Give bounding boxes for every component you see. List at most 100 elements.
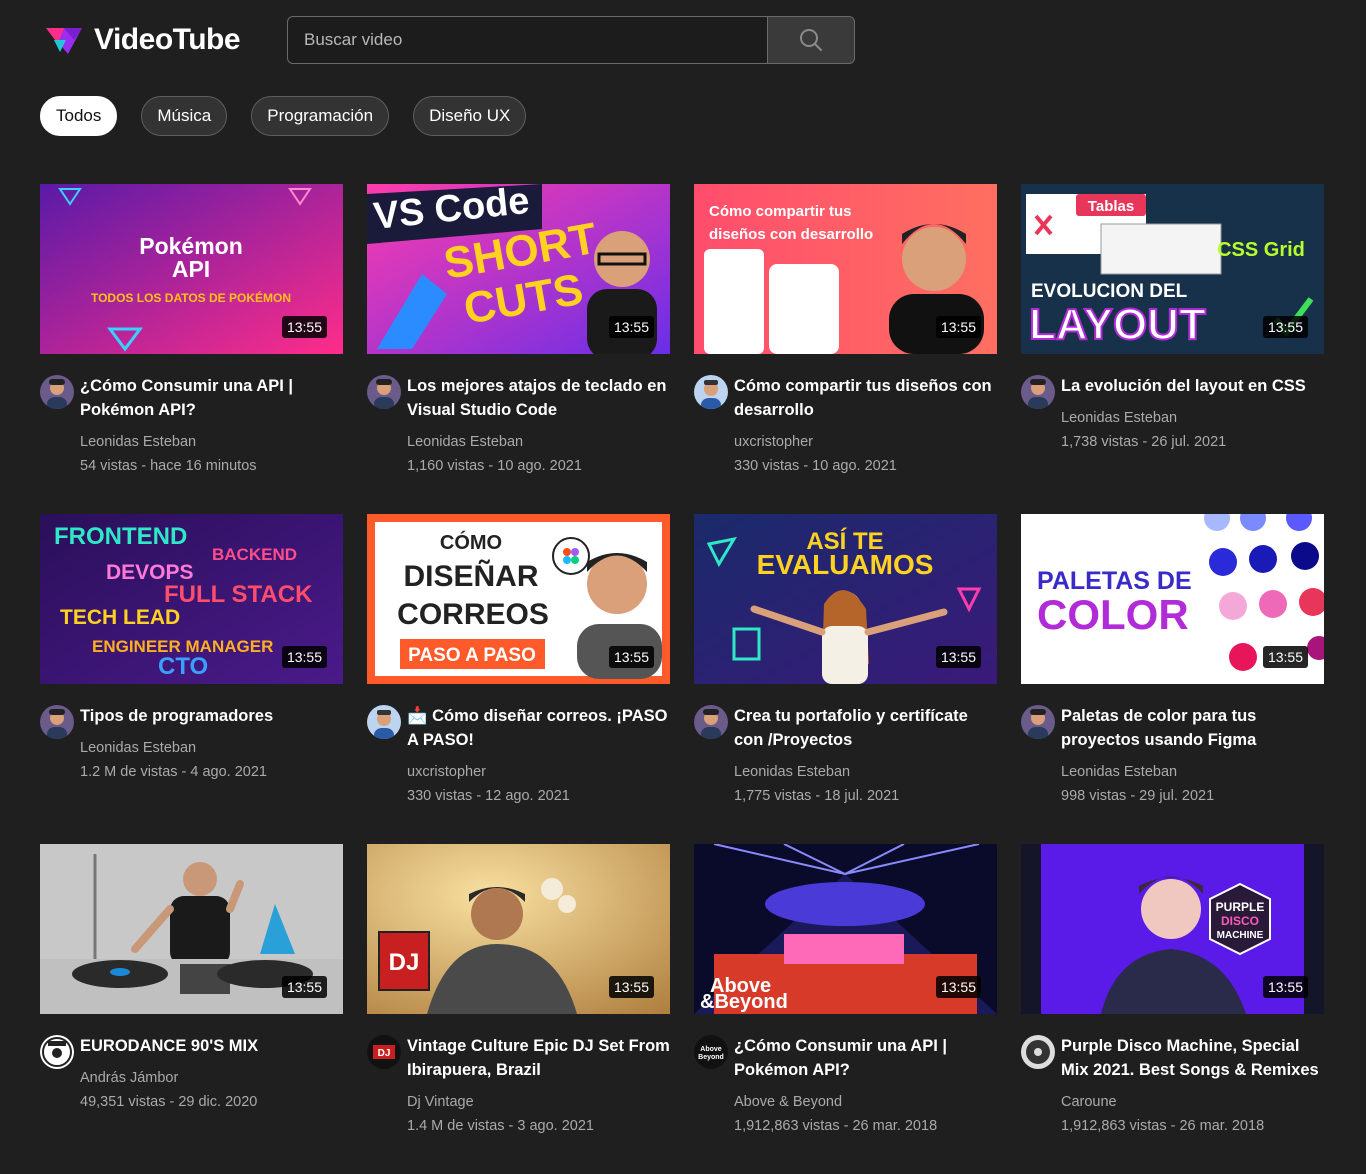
channel-avatar[interactable]: [40, 375, 74, 409]
video-title[interactable]: Purple Disco Machine, Special Mix 2021. …: [1061, 1034, 1324, 1082]
thumb-text: DISEÑAR: [403, 559, 538, 593]
app-name: VideoTube: [94, 23, 241, 56]
video-duration: 13:55: [281, 976, 327, 998]
video-thumbnail[interactable]: 13:55: [40, 844, 343, 1014]
thumb-text: PURPLE: [1216, 900, 1265, 914]
video-card[interactable]: Pokémon API TODOS LOS DATOS DE POKÉMON 1…: [40, 184, 343, 514]
search-input[interactable]: [287, 16, 767, 64]
channel-avatar[interactable]: [694, 375, 728, 409]
search-bar: [287, 16, 855, 64]
channel-avatar[interactable]: Above Beyond: [694, 1035, 728, 1069]
thumb-text: MACHINE: [1217, 930, 1264, 941]
channel-avatar[interactable]: [1021, 705, 1055, 739]
channel-avatar[interactable]: [1021, 375, 1055, 409]
video-stats: 1,775 vistas - 18 jul. 2021: [734, 788, 900, 804]
channel-name[interactable]: Leonidas Esteban: [407, 430, 670, 454]
video-duration: 13:55: [935, 976, 981, 998]
video-duration: 13:55: [1262, 646, 1308, 668]
channel-name[interactable]: uxcristopher: [734, 430, 997, 454]
search-button[interactable]: [767, 16, 855, 64]
chip-musica[interactable]: Música: [141, 96, 228, 136]
video-thumbnail[interactable]: Cómo compartir tus diseños con desarroll…: [694, 184, 997, 354]
video-thumbnail[interactable]: ASÍ TE EVALUAMOS 13:55: [694, 514, 997, 684]
video-card[interactable]: PALETAS DE COLOR 13:55 Paletas de color …: [1021, 514, 1324, 844]
channel-name[interactable]: Caroune: [1061, 1090, 1324, 1114]
channel-name[interactable]: uxcristopher: [407, 760, 670, 784]
video-title[interactable]: Crea tu portafolio y certifícate con /Pr…: [734, 704, 997, 752]
thumb-text: EVOLUCION DEL: [1031, 281, 1188, 302]
video-thumbnail[interactable]: PURPLE DISCO MACHINE 13:55: [1021, 844, 1324, 1014]
video-thumbnail[interactable]: CÓMO DISEÑAR CORREOS PASO A PASO 13:55: [367, 514, 670, 684]
video-duration: 13:55: [608, 316, 654, 338]
channel-name[interactable]: Leonidas Esteban: [80, 736, 343, 760]
video-card[interactable]: VS Code SHORT CUTS 13:55 Los mejores ata…: [367, 184, 670, 514]
video-title[interactable]: La evolución del layout en CSS: [1061, 374, 1324, 398]
channel-name[interactable]: Leonidas Esteban: [1061, 760, 1324, 784]
svg-text:DJ: DJ: [378, 1048, 391, 1059]
thumb-text: DJ: [389, 949, 420, 976]
video-stats: 1,912,863 vistas - 26 mar. 2018: [1061, 1118, 1265, 1134]
thumb-text: BACKEND: [212, 545, 297, 564]
channel-name[interactable]: András Jámbor: [80, 1066, 343, 1090]
video-card[interactable]: CÓMO DISEÑAR CORREOS PASO A PASO 13:55 📩…: [367, 514, 670, 844]
video-title[interactable]: Los mejores atajos de teclado en Visual …: [407, 374, 670, 422]
video-thumbnail[interactable]: FRONTEND BACKEND DEVOPS FULL STACK TECH …: [40, 514, 343, 684]
video-duration: 13:55: [1262, 976, 1308, 998]
video-grid: Pokémon API TODOS LOS DATOS DE POKÉMON 1…: [40, 184, 1324, 1174]
chip-diseno-ux[interactable]: Diseño UX: [413, 96, 527, 136]
video-title[interactable]: Tipos de programadores: [80, 704, 343, 728]
channel-avatar[interactable]: [1021, 1035, 1055, 1069]
video-card[interactable]: Cómo compartir tus diseños con desarroll…: [694, 184, 997, 514]
video-card[interactable]: FRONTEND BACKEND DEVOPS FULL STACK TECH …: [40, 514, 343, 844]
thumb-text: CÓMO: [440, 530, 502, 554]
video-card[interactable]: ASÍ TE EVALUAMOS 13:55 Crea tu portafoli…: [694, 514, 997, 844]
channel-name[interactable]: Dj Vintage: [407, 1090, 670, 1114]
video-duration: 13:55: [281, 316, 327, 338]
video-card[interactable]: Above &Beyond 13:55 Above Beyond ¿Cómo Co…: [694, 844, 997, 1174]
channel-name[interactable]: Leonidas Esteban: [1061, 406, 1324, 430]
video-duration: 13:55: [281, 646, 327, 668]
video-thumbnail[interactable]: PALETAS DE COLOR 13:55: [1021, 514, 1324, 684]
channel-name[interactable]: Above & Beyond: [734, 1090, 997, 1114]
thumb-text: COLOR: [1037, 591, 1189, 638]
chip-programacion[interactable]: Programación: [251, 96, 390, 136]
channel-avatar[interactable]: DJ: [367, 1035, 401, 1069]
video-stats: 330 vistas - 10 ago. 2021: [734, 458, 897, 474]
video-stats: 49,351 vistas - 29 dic. 2020: [80, 1094, 258, 1110]
channel-avatar[interactable]: [40, 1035, 74, 1069]
video-title[interactable]: EURODANCE 90'S MIX: [80, 1034, 343, 1058]
video-thumbnail[interactable]: VS Code SHORT CUTS 13:55: [367, 184, 670, 354]
channel-name[interactable]: Leonidas Esteban: [80, 430, 343, 454]
channel-avatar[interactable]: [367, 375, 401, 409]
logo[interactable]: VideoTube: [44, 20, 241, 60]
video-card[interactable]: 13:55 EURODANCE 90'S MIX András Jámbor 4…: [40, 844, 343, 1174]
video-title[interactable]: Cómo compartir tus diseños con desarroll…: [734, 374, 997, 422]
video-duration: 13:55: [1262, 316, 1308, 338]
video-title[interactable]: ¿Cómo Consumir una API | Pokémon API?: [734, 1034, 997, 1082]
thumb-text: EVALUAMOS: [757, 549, 934, 580]
video-title[interactable]: 📩 Cómo diseñar correos. ¡PASO A PASO!: [407, 704, 670, 752]
video-thumbnail[interactable]: Pokémon API TODOS LOS DATOS DE POKÉMON 1…: [40, 184, 343, 354]
video-stats: 1.4 M de vistas - 3 ago. 2021: [407, 1118, 594, 1134]
video-thumbnail[interactable]: DJ 13:55: [367, 844, 670, 1014]
thumb-text: TECH LEAD: [60, 606, 180, 629]
channel-avatar[interactable]: [694, 705, 728, 739]
video-duration: 13:55: [608, 976, 654, 998]
video-card[interactable]: Tablas CSS Grid EVOLUCION DEL LAYOUT 13:…: [1021, 184, 1324, 514]
video-card[interactable]: PURPLE DISCO MACHINE 13:55 Purple Disco …: [1021, 844, 1324, 1174]
thumb-text: CORREOS: [397, 598, 549, 631]
video-thumbnail[interactable]: Above &Beyond 13:55: [694, 844, 997, 1014]
channel-avatar[interactable]: [40, 705, 74, 739]
channel-name[interactable]: Leonidas Esteban: [734, 760, 997, 784]
thumb-text: FRONTEND: [54, 523, 187, 550]
video-title[interactable]: ¿Cómo Consumir una API | Pokémon API?: [80, 374, 343, 422]
video-title[interactable]: Paletas de color para tus proyectos usan…: [1061, 704, 1324, 752]
svg-text:Above: Above: [700, 1046, 722, 1053]
channel-avatar[interactable]: [367, 705, 401, 739]
svg-text:Beyond: Beyond: [698, 1054, 724, 1061]
chip-todos[interactable]: Todos: [40, 96, 118, 136]
video-title[interactable]: Vintage Culture Epic DJ Set From Ibirapu…: [407, 1034, 670, 1082]
video-card[interactable]: DJ 13:55 DJ Vintage Culture Epic DJ Set …: [367, 844, 670, 1174]
video-stats: 998 vistas - 29 jul. 2021: [1061, 788, 1215, 804]
video-thumbnail[interactable]: Tablas CSS Grid EVOLUCION DEL LAYOUT 13:…: [1021, 184, 1324, 354]
